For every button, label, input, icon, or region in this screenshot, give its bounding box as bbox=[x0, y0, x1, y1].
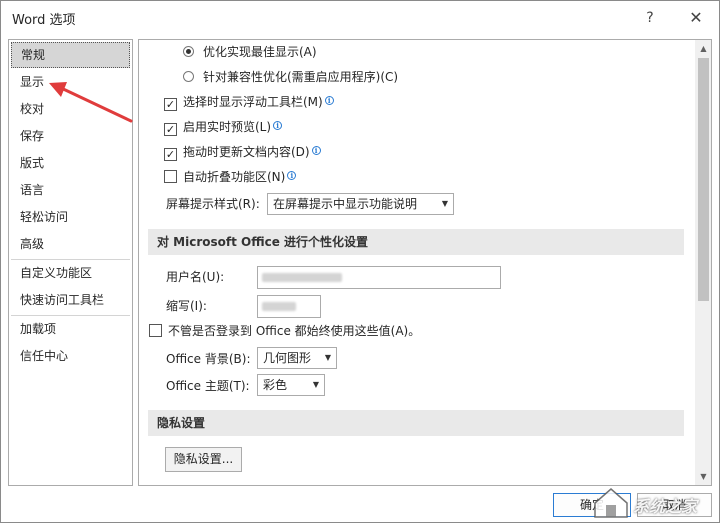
watermark-text: 系统之家 bbox=[633, 497, 698, 516]
privacy-section-header: 隐私设置 bbox=[148, 410, 684, 436]
username-label: 用户名(U): bbox=[166, 270, 225, 284]
privacy-settings-button[interactable]: 隐私设置... bbox=[165, 447, 242, 472]
checkbox-unchecked-icon[interactable] bbox=[149, 324, 162, 337]
checkbox-unchecked-icon[interactable] bbox=[164, 170, 177, 183]
screentip-style-select[interactable]: 在屏幕提示中显示功能说明 ▼ bbox=[267, 193, 454, 215]
nav-item-general[interactable]: 常规 bbox=[11, 42, 130, 68]
chevron-down-icon: ▼ bbox=[312, 380, 319, 389]
scroll-up-arrow-icon[interactable]: ▲ bbox=[695, 40, 711, 57]
nav-item-language[interactable]: 语言 bbox=[11, 177, 130, 203]
chevron-down-icon: ▼ bbox=[324, 353, 331, 362]
radio-unchecked-icon[interactable] bbox=[183, 71, 194, 82]
office-background-label: Office 背景(B): bbox=[166, 352, 251, 366]
info-icon: i bbox=[324, 96, 334, 105]
scroll-thumb[interactable] bbox=[698, 58, 709, 301]
initials-input[interactable] bbox=[257, 295, 321, 318]
watermark-logo-icon bbox=[594, 488, 628, 518]
checkbox-live-preview[interactable]: ✓ 启用实时预览(L) i bbox=[164, 117, 283, 137]
personalize-section-header: 对 Microsoft Office 进行个性化设置 bbox=[148, 229, 684, 255]
redacted-text bbox=[262, 302, 296, 311]
watermark: 系统之家 bbox=[581, 481, 720, 523]
nav-item-quick-access-toolbar[interactable]: 快速访问工具栏 bbox=[11, 287, 130, 313]
radio-compatibility[interactable]: 针对兼容性优化(需重启应用程序)(C) bbox=[183, 67, 398, 87]
help-button[interactable]: ? bbox=[637, 7, 663, 29]
radio-checked-icon[interactable] bbox=[183, 46, 194, 57]
nav-item-add-ins[interactable]: 加载项 bbox=[11, 316, 130, 342]
vertical-scrollbar[interactable]: ▲ ▼ bbox=[695, 40, 711, 485]
office-theme-select[interactable]: 彩色 ▼ bbox=[257, 374, 325, 396]
checkbox-always-use-values[interactable]: 不管是否登录到 Office 都始终使用这些值(A)。 bbox=[149, 321, 420, 341]
nav-item-advanced[interactable]: 高级 bbox=[11, 231, 130, 257]
nav-item-customize-ribbon[interactable]: 自定义功能区 bbox=[11, 260, 130, 286]
office-theme-label: Office 主题(T): bbox=[166, 379, 250, 393]
checkbox-checked-icon[interactable]: ✓ bbox=[164, 98, 177, 111]
info-icon: i bbox=[311, 146, 321, 155]
checkbox-checked-icon[interactable]: ✓ bbox=[164, 148, 177, 161]
dialog-title: Word 选项 bbox=[12, 13, 76, 28]
username-input[interactable] bbox=[257, 266, 501, 289]
redacted-text bbox=[262, 273, 342, 282]
checkbox-checked-icon[interactable]: ✓ bbox=[164, 123, 177, 136]
word-options-dialog: Word 选项 ? ✕ 常规 显示 校对 保存 版式 语言 轻松访问 高级 自定… bbox=[0, 0, 720, 523]
radio-best-display[interactable]: 优化实现最佳显示(A) bbox=[183, 42, 317, 62]
office-background-select[interactable]: 几何图形 ▼ bbox=[257, 347, 337, 369]
checkbox-mini-toolbar[interactable]: ✓ 选择时显示浮动工具栏(M) i bbox=[164, 92, 334, 112]
title-bar: Word 选项 ? ✕ bbox=[1, 1, 719, 35]
info-icon: i bbox=[273, 121, 283, 130]
screentip-label: 屏幕提示样式(R): bbox=[166, 197, 260, 211]
annotation-arrow-icon bbox=[49, 82, 133, 123]
initials-label: 缩写(I): bbox=[166, 299, 207, 313]
chevron-down-icon: ▼ bbox=[441, 199, 448, 208]
nav-item-trust-center[interactable]: 信任中心 bbox=[11, 343, 130, 369]
close-button[interactable]: ✕ bbox=[683, 7, 709, 29]
options-content: 优化实现最佳显示(A) 针对兼容性优化(需重启应用程序)(C) ✓ 选择时显示浮动… bbox=[138, 39, 712, 486]
info-icon: i bbox=[287, 171, 297, 180]
nav-item-accessibility[interactable]: 轻松访问 bbox=[11, 204, 130, 230]
checkbox-collapse-ribbon[interactable]: 自动折叠功能区(N) i bbox=[164, 167, 297, 187]
checkbox-drag-update[interactable]: ✓ 拖动时更新文档内容(D) i bbox=[164, 142, 321, 162]
nav-item-layout[interactable]: 版式 bbox=[11, 150, 130, 176]
